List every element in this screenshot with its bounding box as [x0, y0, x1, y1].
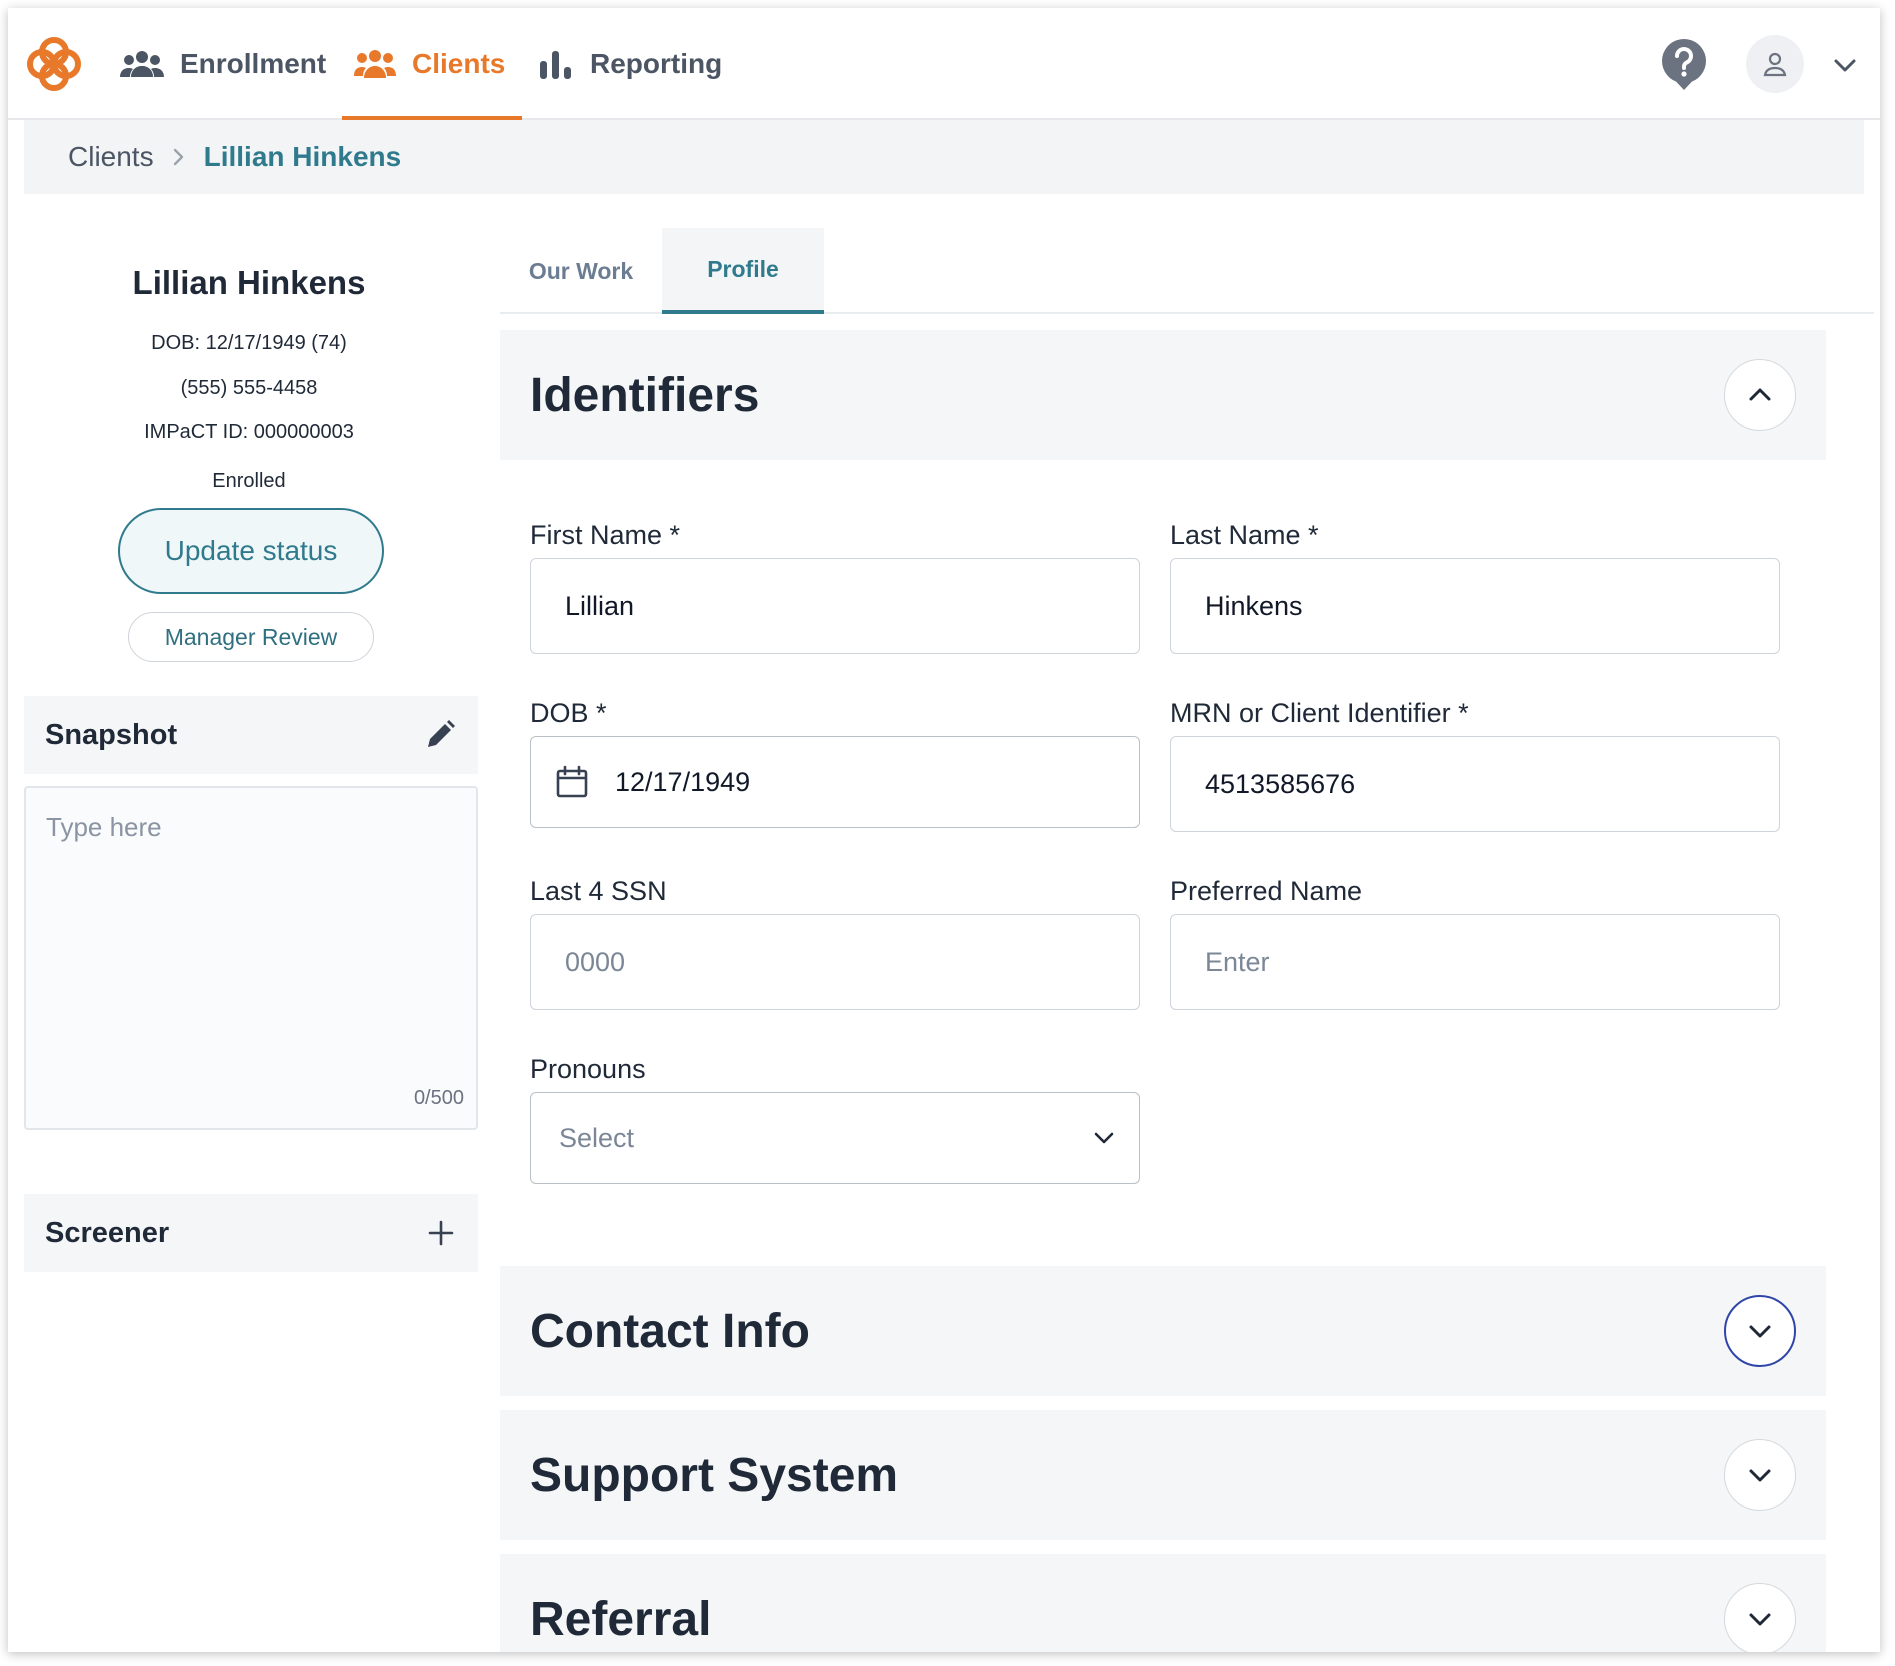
clients-icon [354, 49, 396, 79]
dob-label: DOB * [530, 698, 607, 728]
mrn-label: MRN or Client Identifier * [1170, 698, 1469, 728]
last-name-value: Hinkens [1205, 590, 1303, 621]
chevron-down-icon [1749, 1325, 1771, 1338]
avatar[interactable] [1746, 35, 1804, 93]
ssn-input[interactable] [530, 914, 1140, 1010]
user-icon [1763, 52, 1787, 77]
app-logo-icon[interactable] [24, 34, 84, 94]
calendar-icon[interactable] [555, 765, 589, 799]
client-status: Enrolled [212, 470, 286, 492]
chevron-down-icon[interactable] [1830, 50, 1860, 80]
client-name: Lillian Hinkens [132, 264, 366, 301]
screener-title: Screener [45, 1216, 170, 1249]
plus-icon[interactable] [426, 1218, 456, 1248]
app-window: Enrollment Clients Reporting Clients Lil… [8, 8, 1880, 1652]
nav-reporting-label: Reporting [590, 48, 723, 79]
profile-tabs: Our Work Profile [500, 220, 1874, 314]
top-navigation: Enrollment Clients Reporting [8, 8, 1880, 120]
breadcrumb: Clients Lillian Hinkens [24, 120, 1864, 194]
snapshot-char-counter: 0/500 [413, 1087, 464, 1109]
manager-review-button[interactable]: Manager Review [128, 612, 374, 662]
tab-our-work[interactable]: Our Work [500, 228, 662, 314]
preferred-name-label: Preferred Name [1170, 876, 1363, 906]
collapse-identifiers-button[interactable] [1724, 359, 1796, 431]
contact-info-title: Contact Info [530, 1304, 810, 1358]
preferred-name-input[interactable] [1170, 914, 1780, 1010]
expand-support-system-button[interactable] [1724, 1439, 1796, 1511]
nav-reporting[interactable]: Reporting [540, 8, 722, 120]
dob-field[interactable]: 12/17/1949 [530, 736, 1140, 828]
support-system-title: Support System [530, 1448, 899, 1502]
snapshot-box: 0/500 [24, 786, 478, 1130]
snapshot-textarea[interactable] [26, 788, 476, 1128]
help-icon[interactable] [1656, 36, 1712, 92]
pencil-icon[interactable] [424, 719, 456, 751]
people-group-icon [120, 50, 164, 78]
breadcrumb-current: Lillian Hinkens [203, 141, 402, 172]
mrn-value: 4513585676 [1205, 768, 1356, 799]
nav-enrollment-label: Enrollment [180, 48, 327, 79]
first-name-field[interactable]: Lillian [530, 558, 1140, 654]
snapshot-header: Snapshot [24, 696, 478, 774]
update-status-button[interactable]: Update status [118, 508, 384, 594]
expand-contact-info-button[interactable] [1724, 1295, 1796, 1367]
first-name-label: First Name * [530, 520, 681, 550]
last-name-label: Last Name * [1170, 520, 1319, 550]
client-phone: (555) 555-4458 [180, 377, 318, 399]
nav-clients-label: Clients [412, 48, 506, 79]
ssn-label: Last 4 SSN [530, 876, 667, 906]
identifiers-title: Identifiers [530, 368, 760, 422]
chevron-right-icon [172, 147, 186, 167]
screener-header: Screener [24, 1194, 478, 1272]
bar-chart-icon [540, 49, 574, 79]
referral-section-header[interactable]: Referral [500, 1554, 1826, 1652]
referral-title: Referral [530, 1592, 712, 1646]
contact-info-section-header[interactable]: Contact Info [500, 1266, 1826, 1396]
identifiers-section-header[interactable]: Identifiers [500, 330, 1826, 460]
last-name-field[interactable]: Hinkens [1170, 558, 1780, 654]
snapshot-title: Snapshot [45, 718, 178, 751]
chevron-up-icon [1749, 388, 1771, 401]
chevron-down-icon [1094, 1132, 1114, 1144]
dob-value: 12/17/1949 [615, 766, 751, 797]
pronouns-label: Pronouns [530, 1054, 646, 1084]
breadcrumb-clients-link[interactable]: Clients [68, 141, 154, 173]
first-name-value: Lillian [565, 590, 635, 621]
client-dob: DOB: 12/17/1949 (74) [151, 332, 347, 354]
pronouns-select[interactable]: Select [530, 1092, 1140, 1184]
support-system-section-header[interactable]: Support System [500, 1410, 1826, 1540]
client-impact-id: IMPaCT ID: 000000003 [144, 421, 354, 443]
pronouns-placeholder: Select [559, 1122, 635, 1153]
tab-profile[interactable]: Profile [662, 228, 824, 314]
chevron-down-icon [1749, 1613, 1771, 1626]
nav-enrollment[interactable]: Enrollment [120, 8, 326, 120]
mrn-field[interactable]: 4513585676 [1170, 736, 1780, 832]
chevron-down-icon [1749, 1469, 1771, 1482]
expand-referral-button[interactable] [1724, 1583, 1796, 1652]
nav-clients[interactable]: Clients [354, 8, 505, 120]
